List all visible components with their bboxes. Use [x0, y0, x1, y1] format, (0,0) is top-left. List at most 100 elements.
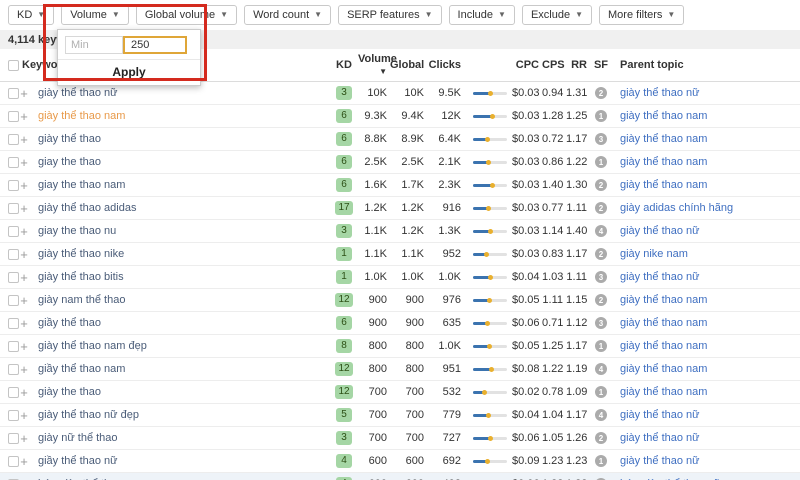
sf-badge: 3	[595, 271, 607, 284]
rr-value: 1.23	[566, 455, 588, 467]
expand-plus-icon[interactable]: +	[16, 455, 32, 468]
filter-serp-features-button[interactable]: SERP features ▼	[338, 5, 442, 25]
expand-plus-icon[interactable]: +	[16, 179, 32, 192]
keyword-link[interactable]: giày thể thao bitis	[32, 271, 330, 283]
volume-min-input[interactable]	[65, 36, 123, 54]
cps-value: 1.28	[542, 110, 564, 122]
col-header-volume[interactable]: Volume ▼	[358, 53, 397, 77]
expand-plus-icon[interactable]: +	[16, 409, 32, 422]
keyword-link[interactable]: giày thể thao nữ đẹp	[32, 409, 330, 421]
col-header-rr[interactable]: RR	[566, 59, 590, 71]
table-row[interactable]: + giay the thao 6 2.5K 2.5K 2.1K $0.03 0…	[0, 151, 800, 174]
volume-value-input[interactable]	[123, 36, 187, 54]
filter-word-count-button[interactable]: Word count ▼	[244, 5, 332, 25]
keyword-link[interactable]: giay the thao	[32, 156, 330, 168]
col-header-sf[interactable]: SF	[590, 59, 612, 71]
expand-plus-icon[interactable]: +	[16, 87, 32, 100]
sf-cell: 2	[590, 202, 612, 215]
parent-topic-link[interactable]: giày thể thao nam	[612, 363, 800, 375]
parent-topic-link[interactable]: giày thể thao nữ	[612, 271, 800, 283]
col-header-parent-topic[interactable]: Parent topic	[612, 59, 800, 71]
filter-exclude-button[interactable]: Exclude ▼	[521, 5, 593, 25]
table-row[interactable]: + giày thể thao nam 6 9.3K 9.4K 12K $0.0…	[0, 105, 800, 128]
rr-value: 1.17	[566, 409, 588, 421]
table-row[interactable]: + giày thể thao nữ đẹp 5 700 700 779 $0.…	[0, 404, 800, 427]
parent-topic-link[interactable]: giày thể thao nam	[612, 294, 800, 306]
keyword-link[interactable]: giày thể thao nữ	[32, 87, 330, 99]
expand-plus-icon[interactable]: +	[16, 294, 32, 307]
expand-plus-icon[interactable]: +	[16, 133, 32, 146]
volume-value: 1.2K	[364, 202, 387, 214]
expand-plus-icon[interactable]: +	[16, 202, 32, 215]
keyword-link[interactable]: giày nam thể thao	[32, 294, 330, 306]
table-row[interactable]: + giay the thao nam 6 1.6K 1.7K 2.3K $0.…	[0, 174, 800, 197]
col-header-cps[interactable]: CPS	[542, 59, 566, 71]
clicks-bar-dot	[486, 159, 491, 165]
parent-topic-link[interactable]: giày thể thao nữ	[612, 432, 800, 444]
rr-value: 1.09	[566, 386, 588, 398]
expand-plus-icon[interactable]: +	[16, 248, 32, 261]
table-row[interactable]: + giầy thể thao nam 12 800 800 951 $0.08…	[0, 358, 800, 381]
table-row[interactable]: + giày the thao 12 700 700 532 $0.02 0.7…	[0, 381, 800, 404]
keyword-link[interactable]: giay the thao nu	[32, 225, 330, 237]
filter-more-filters-button[interactable]: More filters ▼	[599, 5, 685, 25]
table-row[interactable]: + giày thể thao nam đẹp 8 800 800 1.0K $…	[0, 335, 800, 358]
parent-topic-link[interactable]: giày thể thao nam	[612, 340, 800, 352]
expand-plus-icon[interactable]: +	[16, 271, 32, 284]
parent-topic-link[interactable]: giày adidas chính hãng	[612, 202, 800, 214]
expand-plus-icon[interactable]: +	[16, 156, 32, 169]
table-row[interactable]: + giay the thao nu 3 1.1K 1.2K 1.3K $0.0…	[0, 220, 800, 243]
table-row[interactable]: + giày nam thể thao 12 900 900 976 $0.05…	[0, 289, 800, 312]
filter-kd-button[interactable]: KD ▼	[8, 5, 55, 25]
col-header-cpc[interactable]: CPC	[512, 59, 542, 71]
col-header-kd[interactable]: KD	[330, 59, 358, 71]
keyword-link[interactable]: giầy thể thao nam	[32, 363, 330, 375]
sf-badge: 3	[595, 133, 607, 146]
col-header-clicks[interactable]: Clicks	[427, 59, 464, 71]
keyword-link[interactable]: giày nữ thể thao	[32, 432, 330, 444]
keyword-link[interactable]: giày the thao	[32, 386, 330, 398]
expand-plus-icon[interactable]: +	[16, 340, 32, 353]
expand-plus-icon[interactable]: +	[16, 225, 32, 238]
keyword-link[interactable]: giày thể thao nike	[32, 248, 330, 260]
expand-plus-icon[interactable]: +	[16, 317, 32, 330]
table-row[interactable]: + giày thể thao adidas 17 1.2K 1.2K 916 …	[0, 197, 800, 220]
col-header-global[interactable]: Global	[390, 59, 427, 71]
table-row[interactable]: + giầy thể thao nữ 4 600 600 692 $0.09 1…	[0, 450, 800, 473]
parent-topic-link[interactable]: giày thể thao nam	[612, 386, 800, 398]
apply-button[interactable]: Apply	[58, 59, 200, 85]
table-row[interactable]: + giầy thể thao 6 900 900 635 $0.06 0.71…	[0, 312, 800, 335]
table-row[interactable]: + giày nữ thể thao 3 700 700 727 $0.06 1…	[0, 427, 800, 450]
keyword-link[interactable]: giay the thao nam	[32, 179, 330, 191]
keyword-link[interactable]: giày thể thao adidas	[32, 202, 330, 214]
table-row[interactable]: + giày thể thao 6 8.8K 8.9K 6.4K $0.03 0…	[0, 128, 800, 151]
parent-topic-link[interactable]: giày thể thao nữ	[612, 409, 800, 421]
table-row[interactable]: + giày thể thao nike 1 1.1K 1.1K 952 $0.…	[0, 243, 800, 266]
table-row[interactable]: + giày thể thao bitis 1 1.0K 1.0K 1.0K $…	[0, 266, 800, 289]
parent-topic-link[interactable]: giày thể thao nam	[612, 110, 800, 122]
expand-plus-icon[interactable]: +	[16, 386, 32, 399]
keyword-link[interactable]: giày thể thao nam đẹp	[32, 340, 330, 352]
parent-topic-link[interactable]: giày thể thao nam	[612, 317, 800, 329]
parent-topic-link[interactable]: giày thể thao nữ	[612, 455, 800, 467]
volume-value: 1.6K	[364, 179, 387, 191]
expand-plus-icon[interactable]: +	[16, 363, 32, 376]
keyword-link[interactable]: giày thể thao	[32, 133, 330, 145]
parent-topic-link[interactable]: giày thể thao nữ	[612, 225, 800, 237]
expand-plus-icon[interactable]: +	[16, 110, 32, 123]
parent-topic-link[interactable]: giày thể thao nữ	[612, 87, 800, 99]
expand-plus-icon[interactable]: +	[16, 432, 32, 445]
filter-global-volume-button[interactable]: Global volume ▼	[135, 5, 238, 25]
table-row[interactable]: + bán giày thể thao 4 600 600 493 $0.06 …	[0, 473, 800, 480]
parent-topic-link[interactable]: giày thể thao nam	[612, 156, 800, 168]
filter-volume-button[interactable]: Volume ▼	[61, 5, 129, 25]
parent-topic-link[interactable]: giày thể thao nam	[612, 133, 800, 145]
kd-badge: 12	[335, 362, 353, 376]
filter-include-button[interactable]: Include ▼	[448, 5, 515, 25]
parent-topic-link[interactable]: giày thể thao nam	[612, 179, 800, 191]
parent-topic-link[interactable]: giày nike nam	[612, 248, 800, 260]
keyword-link[interactable]: giày thể thao nam	[32, 110, 330, 122]
keyword-link[interactable]: giầy thể thao nữ	[32, 455, 330, 467]
keyword-link[interactable]: giầy thể thao	[32, 317, 330, 329]
clicks-bar-dot	[487, 297, 492, 303]
